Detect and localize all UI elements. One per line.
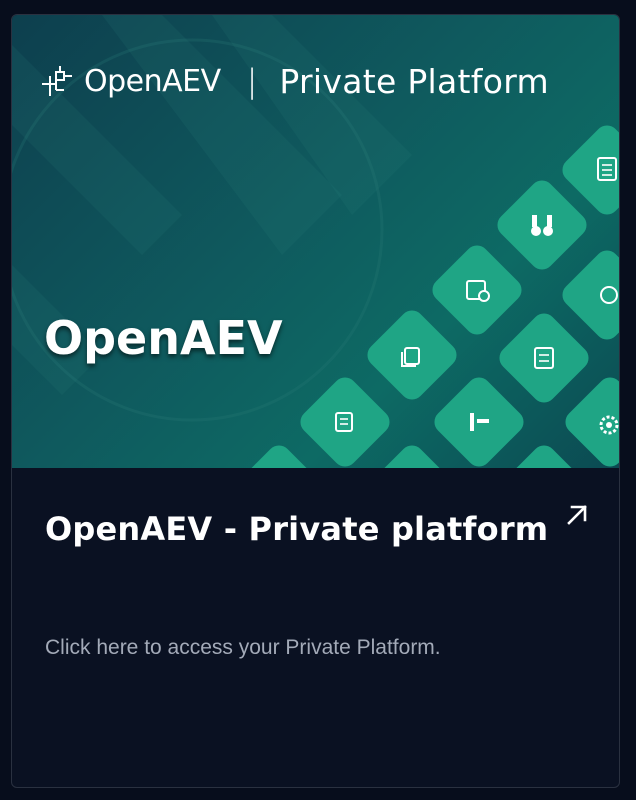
copy-tile-icon (367, 310, 457, 400)
brand-name: OpenAEV (84, 63, 221, 99)
card-banner: OpenAEV | Private Platform OpenAEV (12, 15, 619, 468)
arrow-up-right-icon[interactable] (563, 501, 591, 529)
hero-title: OpenAEV (44, 311, 283, 365)
dashboard-tile-icon (432, 245, 522, 335)
gear-tile-icon (565, 377, 619, 467)
card-body: OpenAEV - Private platform Click here to… (12, 468, 619, 787)
calculator-tile-icon (499, 313, 589, 403)
brand-header: OpenAEV | Private Platform (40, 61, 549, 101)
checklist-tile-icon (300, 377, 390, 467)
openaev-logo-icon (42, 66, 72, 96)
tools-tile-icon (434, 377, 524, 467)
card-description: Click here to access your Private Platfo… (45, 636, 441, 659)
brand-subtitle: Private Platform (279, 61, 549, 101)
card-title[interactable]: OpenAEV - Private platform (45, 510, 548, 548)
platform-card[interactable]: OpenAEV | Private Platform OpenAEV OpenA… (11, 14, 620, 788)
brand-separator: | (246, 62, 258, 100)
target-tile-icon (562, 250, 619, 340)
binoculars-tile-icon (497, 180, 587, 270)
